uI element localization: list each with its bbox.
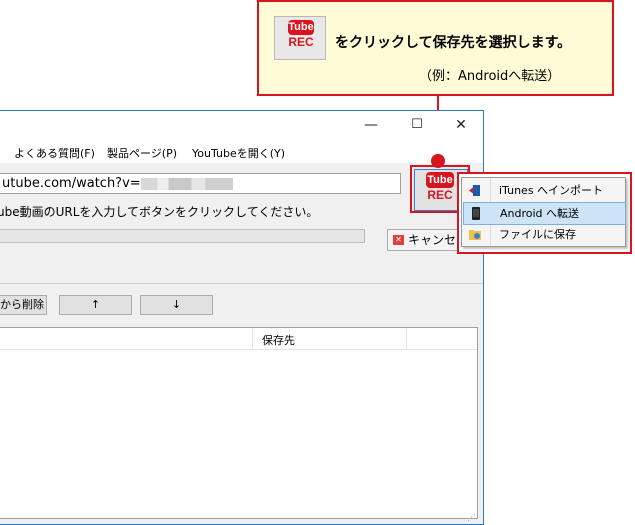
column-dest[interactable]: 保存先 — [262, 332, 295, 348]
menu-item-label: Android へ転送 — [500, 207, 580, 220]
itunes-import-icon — [469, 185, 480, 196]
menu-item-label: iTunes へインポート — [499, 184, 604, 197]
title-bar: — ☐ ✕ — [0, 111, 483, 141]
remove-button[interactable]: から削除 — [0, 295, 47, 315]
cancel-x-icon: ✕ — [393, 235, 404, 245]
menu-item-itunes-import[interactable]: iTunes へインポート — [463, 180, 624, 201]
menu-open-youtube[interactable]: YouTubeを開く(Y) — [192, 145, 285, 161]
maximize-button[interactable]: ☐ — [407, 117, 427, 132]
callout-connector-dot — [431, 154, 445, 168]
minimize-button[interactable]: — — [361, 117, 381, 133]
move-down-button[interactable]: ↓ — [140, 295, 213, 315]
list-header: 保存先 — [0, 328, 477, 350]
menu-bar: よくある質問(F) 製品ページ(P) YouTubeを開く(Y) — [0, 141, 483, 163]
callout-example: （例：Androidへ転送） — [419, 69, 561, 84]
redacted-video-id — [140, 177, 233, 190]
move-up-button[interactable]: ↑ — [59, 295, 132, 315]
folder-save-icon — [469, 230, 481, 240]
url-input[interactable]: utube.com/watch?v= — [0, 173, 401, 194]
tube-badge: Tube — [426, 172, 454, 188]
url-text: utube.com/watch?v= — [2, 176, 141, 191]
close-button[interactable]: ✕ — [451, 117, 471, 133]
instruction-callout: Tube REC をクリックして保存先を選択します。 （例：Androidへ転送… — [257, 0, 614, 96]
save-destination-menu: iTunes へインポート Android へ転送 ファイルに保存 — [461, 177, 626, 247]
instruction-text: ube動画のURLを入力してボタンをクリックしてください。 — [0, 205, 319, 219]
menu-product-page[interactable]: 製品ページ(P) — [107, 145, 177, 161]
menu-faq[interactable]: よくある質問(F) — [14, 145, 95, 161]
download-list[interactable]: 保存先 — [0, 327, 478, 519]
rec-label: REC — [427, 188, 453, 202]
menu-item-label: ファイルに保存 — [499, 228, 576, 241]
column-separator — [406, 328, 407, 350]
divider — [0, 283, 483, 284]
menu-item-android-transfer[interactable]: Android へ転送 — [463, 202, 626, 225]
menu-item-save-file[interactable]: ファイルに保存 — [463, 224, 624, 245]
tube-rec-icon: Tube REC — [274, 16, 326, 60]
progress-bar — [0, 229, 365, 243]
resize-grip[interactable]: ⋰ — [467, 513, 477, 523]
rec-label: REC — [288, 35, 314, 49]
callout-instruction: をクリックして保存先を選択します。 — [335, 35, 572, 51]
android-device-icon — [472, 207, 480, 220]
tube-badge: Tube — [288, 20, 314, 35]
column-separator — [252, 328, 253, 350]
